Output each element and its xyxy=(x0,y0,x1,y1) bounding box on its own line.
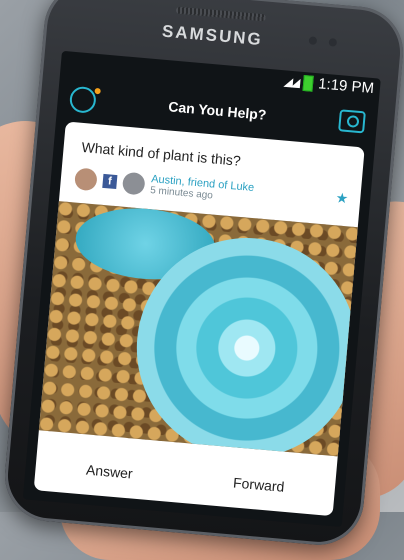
camera-icon[interactable] xyxy=(338,109,366,134)
plant-photo xyxy=(38,201,358,457)
profile-icon[interactable] xyxy=(68,85,97,114)
status-bar: ◢◢ 1:19 PM xyxy=(283,72,374,97)
wifi-icon: ◢◢ xyxy=(283,73,299,90)
post-meta: f Austin, friend of Luke 5 minutes ago xyxy=(74,166,255,205)
avatar xyxy=(74,166,98,191)
facebook-icon: f xyxy=(102,173,118,189)
app-title: Can You Help? xyxy=(167,98,268,123)
answer-button[interactable]: Answer xyxy=(85,462,133,482)
sensor-icon xyxy=(308,36,318,45)
avatar xyxy=(121,171,146,195)
speaker-grille xyxy=(175,6,266,22)
front-camera-icon xyxy=(328,38,338,47)
screen: ◢◢ 1:19 PM Can You Help? What kind of pl… xyxy=(22,50,381,527)
forward-button[interactable]: Forward xyxy=(233,474,286,494)
star-icon[interactable]: ★ xyxy=(335,189,349,207)
question-text: What kind of plant is this? xyxy=(81,138,242,169)
battery-icon xyxy=(302,74,314,92)
phone: SAMSUNG ◢◢ 1:19 PM Can You Help? What ki… xyxy=(1,0,404,549)
status-time: 1:19 PM xyxy=(317,75,375,98)
brand-logo: SAMSUNG xyxy=(161,21,264,50)
question-card: What kind of plant is this? f Austin, fr… xyxy=(33,121,365,517)
